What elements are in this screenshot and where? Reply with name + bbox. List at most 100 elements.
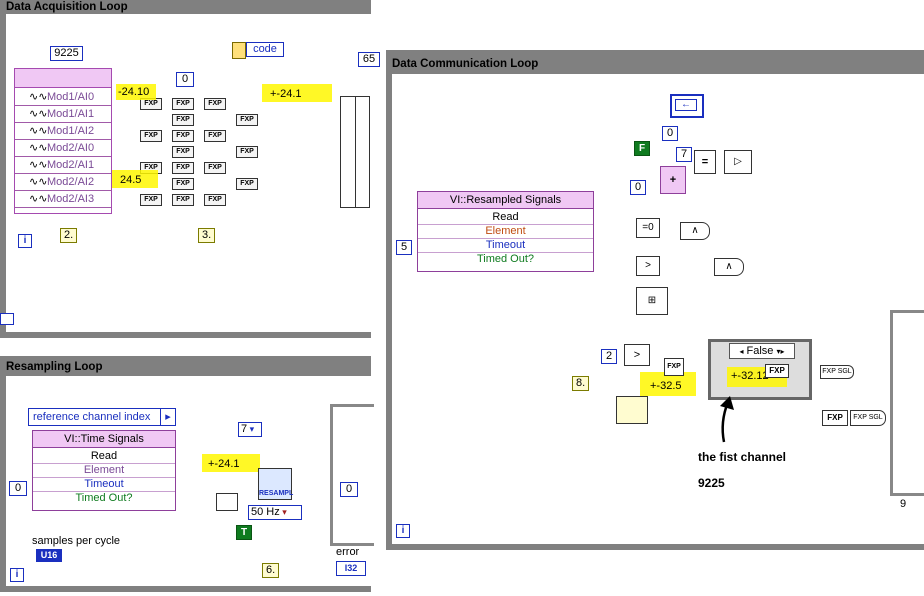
and-node-a: ∧ <box>680 222 710 240</box>
channel-item[interactable]: ∿∿ Mod2/AI0 <box>15 140 111 157</box>
arrow-icon: ▸ <box>160 409 175 425</box>
fxp-conversion-node: FXP <box>204 194 226 206</box>
right-cut-constant: 65 <box>358 52 380 67</box>
code-label: code <box>253 43 277 55</box>
select-node: ▷ <box>724 150 752 174</box>
fxp-conversion-node: FXP <box>172 98 194 110</box>
samples-per-cycle-control[interactable]: U16 <box>36 549 62 562</box>
queue-row-element: Element <box>418 224 593 239</box>
info-icon[interactable]: i <box>18 234 32 248</box>
case-constant-zero[interactable]: 0 <box>340 482 358 497</box>
highlight-value-6-text: +-32.12 <box>731 370 769 382</box>
equal-zero-node: =0 <box>636 218 660 238</box>
waveform-icon: ∿∿ <box>29 193 48 205</box>
channel-item[interactable]: ∿∿ Mod2/AI1 <box>15 157 111 174</box>
fxp-conversion-node: FXP <box>140 194 162 206</box>
channel-label: Mod1/AI1 <box>47 108 95 120</box>
fxp-conversion-node: FXP <box>204 162 226 174</box>
fxp-conversion-node: FXP <box>172 114 194 126</box>
channel-item[interactable]: ∿∿ Mod1/AI2 <box>15 123 111 140</box>
equal-node: = <box>694 150 716 174</box>
fxp-conversion-node: FXP <box>172 162 194 174</box>
waveform-icon: ∿∿ <box>29 108 48 120</box>
greater-than-node <box>216 493 238 511</box>
channel-item[interactable]: ∿∿ Mod1/AI1 <box>15 106 111 123</box>
zero-constant[interactable]: 0 <box>176 72 194 87</box>
right-structure <box>890 310 924 496</box>
channel-item[interactable]: ∿∿ Mod1/AI0 <box>15 89 111 106</box>
fxp-indicator: FXP <box>765 364 789 378</box>
zero-constant-b[interactable]: 0 <box>630 180 646 195</box>
ring-control[interactable]: 7 ▾ <box>238 422 262 437</box>
reference-channel-index-control[interactable]: reference channel index ▸ <box>28 408 176 426</box>
queue-row-element: Element <box>33 463 175 478</box>
highlight-value-1-text: -24.10 <box>118 86 150 98</box>
waveform-icon: ∿∿ <box>29 142 48 154</box>
queue-row-read: Read <box>33 449 175 464</box>
fxp-conversion-node: FXP <box>204 130 226 142</box>
add-node: + <box>660 166 686 194</box>
info-icon[interactable]: i <box>396 524 410 538</box>
waveform-icon: ∿∿ <box>29 125 48 137</box>
case-structure: ◂ False ▾▸ +-32.12 FXP <box>708 339 812 400</box>
index-label: reference channel index <box>33 411 151 423</box>
channel-list-header <box>15 69 111 88</box>
error-label: error <box>336 546 360 558</box>
fxp-conversion-node: FXP <box>236 114 258 126</box>
timeout-constant[interactable]: 0 <box>9 481 27 496</box>
right-cut-digit: 9 <box>900 498 907 510</box>
code-indicator[interactable]: code <box>246 42 284 57</box>
queue-row-timed-out: Timed Out? <box>75 492 133 504</box>
info-icon[interactable]: i <box>10 568 24 582</box>
timeout-constant[interactable]: 5 <box>396 240 412 255</box>
to-sgl-node-b: FXP SGL <box>850 410 886 426</box>
case-selector[interactable]: ◂ False ▾▸ <box>729 343 795 359</box>
zero-constant-a[interactable]: 0 <box>662 126 678 141</box>
loop-title: Data Communication Loop <box>392 58 539 70</box>
step-label-6: 6. <box>262 563 280 578</box>
resample-node[interactable]: RESAMPL <box>258 468 294 500</box>
true-constant[interactable]: T <box>236 525 252 540</box>
fxp-conversion-node: FXP <box>172 178 194 190</box>
fxp-conversion-node: FXP <box>236 146 258 158</box>
step-label-8: 8. <box>572 376 590 391</box>
queue-row-timeout: Timeout <box>418 238 593 253</box>
unbundle-node <box>232 42 246 59</box>
channel-list-cluster[interactable]: ∿∿ Mod1/AI0 ∿∿ Mod1/AI1 ∿∿ Mod1/AI2 ∿∿ Mod2/AI0… <box>14 68 112 214</box>
build-array-node <box>340 96 370 208</box>
fxp-node-b: FXP <box>822 410 848 426</box>
index-array-node: ⊞ <box>636 287 668 315</box>
frequency-value: 50 Hz <box>251 506 280 518</box>
fxp-node: FXP <box>664 358 684 376</box>
channel-item[interactable]: ∿∿ Mod2/AI2 <box>15 174 111 191</box>
loop-title: Data Acquisition Loop <box>6 1 128 13</box>
channel-label: Mod1/AI0 <box>47 91 95 103</box>
queue-row-read: Read <box>418 210 593 225</box>
resample-label: RESAMPL <box>259 490 294 497</box>
highlight-value-3-text: 24.5 <box>120 174 142 186</box>
two-constant[interactable]: 2 <box>601 349 617 364</box>
channel-label: Mod2/AI2 <box>47 176 95 188</box>
greater-node: > <box>636 256 660 276</box>
step-label-2: 2. <box>60 228 78 243</box>
seven-constant[interactable]: 7 <box>676 147 692 162</box>
channel-item[interactable]: ∿∿ Mod2/AI3 <box>15 191 111 208</box>
time-signals-queue-node[interactable]: VI::Time Signals Read Element Timeout Ti… <box>32 430 176 511</box>
annotation-arrow <box>720 396 734 443</box>
waveform-icon: ∿∿ <box>29 91 48 103</box>
fxp-conversion-node: FXP <box>236 178 258 190</box>
loop-stop-icon[interactable] <box>0 313 14 325</box>
fxp-conversion-node: FXP <box>204 98 226 110</box>
device-constant[interactable]: 9225 <box>50 46 83 61</box>
annotation-line-2: 9225 <box>698 476 725 490</box>
frequency-ring[interactable]: 50 Hz ▾ <box>248 505 302 520</box>
samples-per-cycle-label: samples per cycle <box>32 535 121 547</box>
resampled-signals-queue-node[interactable]: VI::Resampled Signals Read Element Timeo… <box>417 191 594 272</box>
greater-than-node: > <box>624 344 650 366</box>
queue-title: VI::Time Signals <box>33 431 175 448</box>
case-selector-value: False <box>746 345 774 357</box>
case-structure <box>330 404 374 546</box>
channel-label: Mod2/AI3 <box>47 193 95 205</box>
fxp-conversion-node: FXP <box>172 194 194 206</box>
false-constant[interactable]: F <box>634 141 650 156</box>
